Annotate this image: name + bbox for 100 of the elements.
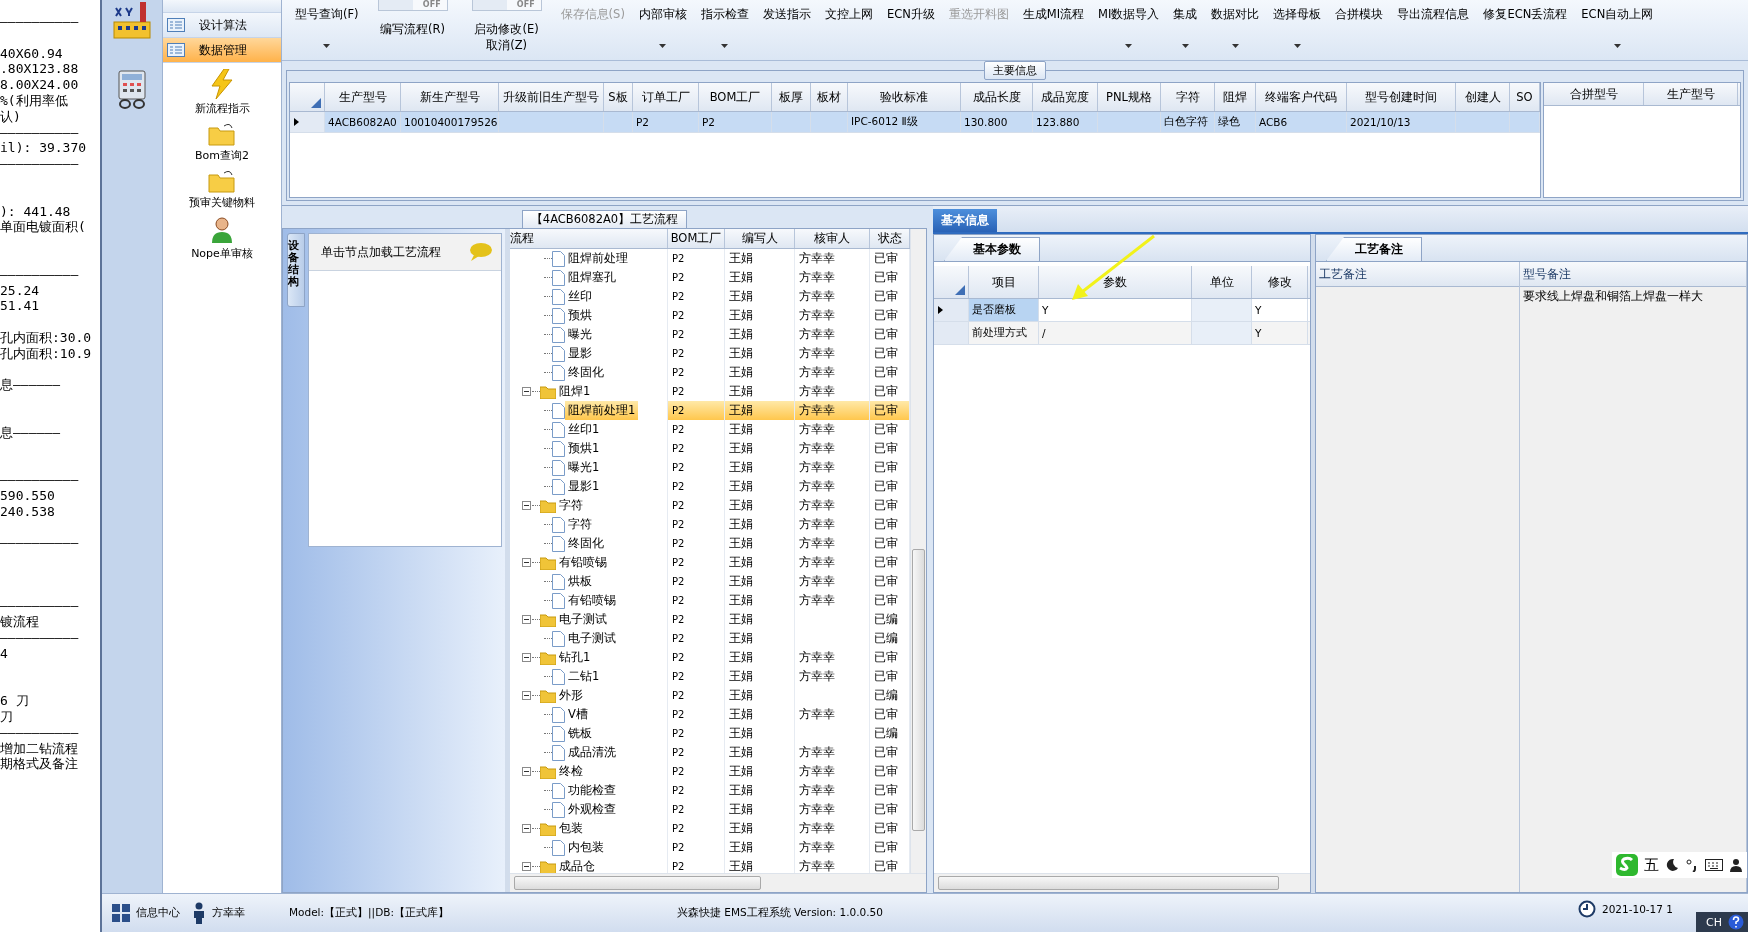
tree-node[interactable]: 阻焊前处理1 [565,401,639,420]
tree-node[interactable]: 预烘 [565,306,595,325]
tree-node[interactable]: 显影1 [565,477,603,496]
tree-node[interactable]: 有铅喷锡 [556,553,610,572]
toolbar-button[interactable]: 合拼模块 [1328,0,1391,60]
tree-node[interactable]: 终固化 [565,363,607,382]
column-header[interactable]: S板 [604,83,633,111]
column-header[interactable]: 板材 [811,83,848,111]
column-header[interactable]: 修改 [1252,266,1308,298]
column-header[interactable]: PNL规格 [1098,83,1161,111]
panel-tab[interactable]: 工艺备注 [1326,237,1422,261]
collapse-icon[interactable] [522,501,531,510]
tool-link[interactable]: Bom查询2 [195,148,249,163]
toolbar-button[interactable]: 编写流程(R) [380,21,446,37]
tree-node[interactable]: 阻焊塞孔 [565,268,619,287]
tree-node[interactable]: 电子测试 [565,629,619,648]
column-header[interactable]: 字符 [1161,83,1215,111]
column-header[interactable]: BOM工厂 [699,83,772,111]
toolbar-button[interactable]: 生成MI流程 [1015,0,1092,60]
toolbar-button[interactable]: ECN升级 [879,0,942,60]
tree-node[interactable]: 电子测试 [556,610,610,629]
table-row[interactable]: 前处理方式 / Y [934,322,1310,345]
column-header[interactable]: 生产型号 [1644,83,1738,105]
tree-node[interactable]: 烘板 [565,572,595,591]
tree-node[interactable]: 包装 [556,819,586,838]
toolbar-button[interactable]: 启动修改(E) [474,21,539,37]
collapse-icon[interactable] [522,615,531,624]
column-header[interactable]: 型号创建时间 [1347,83,1456,111]
toolbar-button[interactable]: ECN自动上网 [1574,0,1661,60]
column-header[interactable]: 成品宽度 [1033,83,1098,111]
tree-node[interactable]: 丝印 [565,287,595,306]
tree-node[interactable]: 钻孔1 [556,648,594,667]
collapse-icon[interactable] [522,691,531,700]
collapse-icon[interactable] [522,558,531,567]
column-header[interactable]: 生产型号 [325,83,401,111]
collapse-icon[interactable] [522,653,531,662]
toolbar-button[interactable]: 选择母板 [1266,0,1329,60]
column-header[interactable]: 验收标准 [848,83,961,111]
punctuation-icon[interactable] [1685,858,1699,872]
toolbar-button[interactable]: 集成 [1166,0,1205,60]
tree-node[interactable]: 功能检查 [565,781,619,800]
tree-node[interactable]: 外观检查 [565,800,619,819]
tree-node[interactable]: 阻焊1 [556,382,594,401]
tree-node[interactable]: 二钻1 [565,667,603,686]
info-center-link[interactable]: 信息中心 [136,906,180,920]
tree-node[interactable]: 曝光1 [565,458,603,477]
toolbar-button[interactable]: 文控上网 [817,0,880,60]
toolbar-button[interactable]: MI数据导入 [1091,0,1167,60]
column-header[interactable]: 流程 [510,229,668,248]
tree-node[interactable]: 有铅喷锡 [565,591,619,610]
tree-node[interactable]: 丝印1 [565,420,603,439]
tree-node[interactable]: 终检 [556,762,586,781]
tree-node[interactable]: 阻焊前处理 [565,249,631,268]
tool-link[interactable]: 预审关键物料 [189,195,255,210]
horizontal-scrollbar[interactable] [510,873,926,892]
panel-tab[interactable]: 基本信息 [933,209,997,232]
tree-node[interactable]: 终固化 [565,534,607,553]
tree-node[interactable]: 字符 [556,496,586,515]
column-header[interactable]: 订单工厂 [633,83,699,111]
toolbar-button[interactable]: 数据对比 [1204,0,1267,60]
horizontal-scrollbar[interactable] [934,873,1310,892]
toolbar-button[interactable]: 指示检查 [693,0,756,60]
language-indicator[interactable]: CH [1706,915,1722,929]
column-header[interactable]: 核审人 [795,229,870,248]
collapse-icon[interactable] [522,862,531,871]
tree-node[interactable]: V槽 [565,705,591,724]
tree-node[interactable]: 预烘1 [565,439,603,458]
tree-node[interactable]: 成品清洗 [565,743,619,762]
tree-node[interactable]: 外形 [556,686,586,705]
moon-icon[interactable] [1665,858,1679,872]
tree-node[interactable]: 铣板 [565,724,595,743]
tree-node[interactable]: 成品仓 [556,857,598,873]
column-header[interactable]: 升级前旧生产型号 [499,83,604,111]
toolbar-button[interactable]: 型号查询(F) [288,0,366,60]
toolbar-button[interactable]: 导出流程信息 [1390,0,1477,60]
toolbar-button[interactable]: 发送指示 [755,0,818,60]
tool-link[interactable]: 新流程指示 [194,101,250,116]
keyboard-icon[interactable] [1705,859,1723,871]
table-row[interactable]: 是否磨板 Y Y [934,299,1310,322]
collapse-icon[interactable] [522,767,531,776]
column-header[interactable]: 成品长度 [961,83,1033,111]
panel-tab[interactable]: 基本参数 [944,237,1040,261]
tree-node[interactable]: 曝光 [565,325,595,344]
column-header[interactable]: 阻焊 [1215,83,1256,111]
input-mode[interactable]: 五 [1644,855,1659,875]
person-icon[interactable] [1729,858,1743,872]
nav-item[interactable]: 设计算法 [163,13,281,38]
vertical-tab[interactable]: 设备结构 [287,233,305,307]
column-header[interactable]: 编写人 [725,229,795,248]
column-header[interactable]: 项目 [969,266,1039,298]
column-header[interactable]: 终端客户代码 [1256,83,1347,111]
toolbar-button[interactable]: 修复ECN丢流程 [1476,0,1575,60]
table-row[interactable]: 4ACB6082A0 10010400179526 P2 P2 IPC-6012 Ⅱ级 130.800 123.880 白色字符 绿色 ACB6 2021/10/13 [290,112,1540,133]
collapse-icon[interactable] [522,387,531,396]
tree-node[interactable]: 字符 [565,515,595,534]
collapse-icon[interactable] [522,824,531,833]
toolbar-button[interactable]: 取消(Z) [486,37,527,53]
tool-link[interactable]: Nope单审核 [191,246,253,261]
column-header[interactable]: 创建人 [1456,83,1510,111]
column-header[interactable]: BOM工厂 [668,229,725,248]
